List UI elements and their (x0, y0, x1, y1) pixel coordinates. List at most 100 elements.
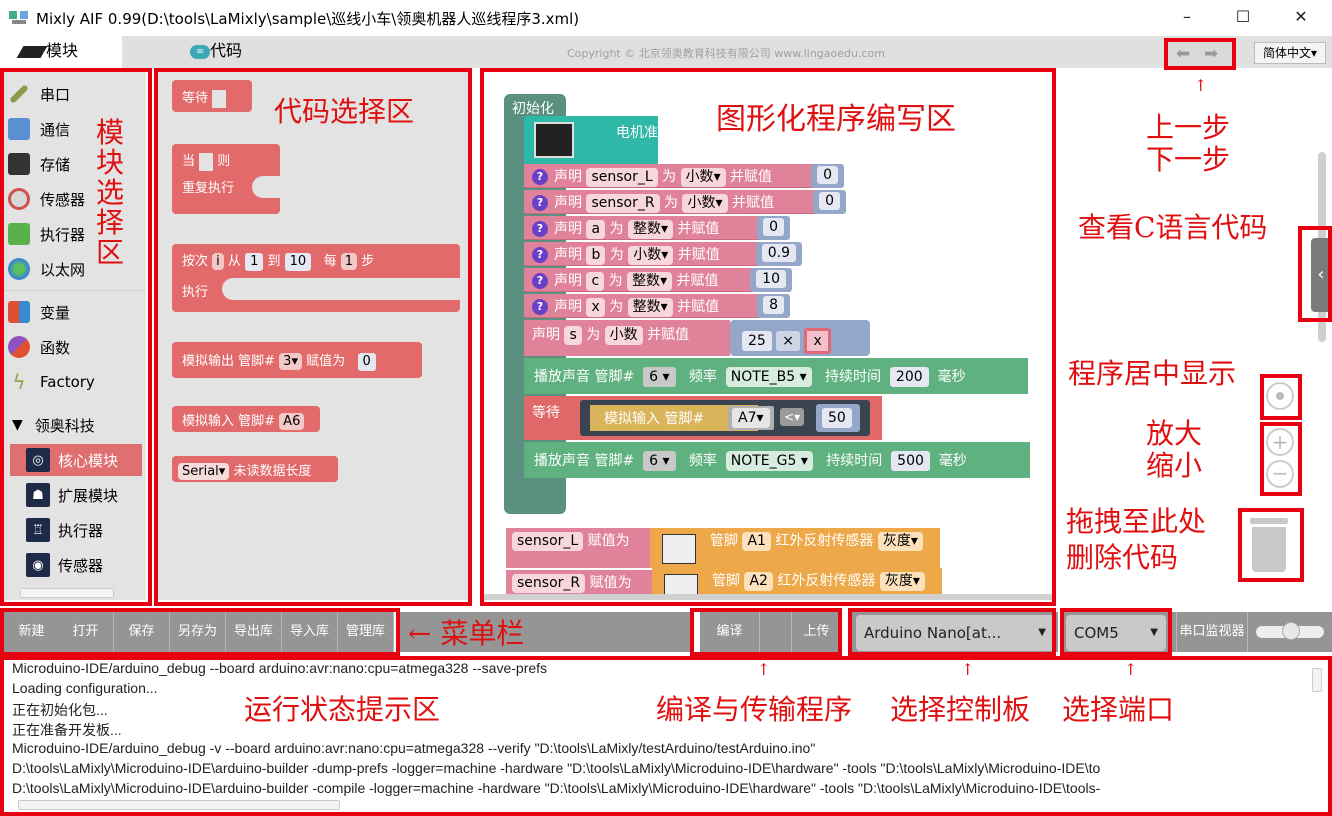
to-value-input[interactable]: 10 (284, 253, 312, 271)
tab-blocks[interactable]: 模块 (0, 36, 122, 68)
console-vertical-scrollbar[interactable] (1312, 668, 1322, 692)
left-operand[interactable]: 25 (742, 331, 772, 351)
trash-can-icon[interactable] (1250, 518, 1288, 572)
undo-icon[interactable]: ⬅ (1176, 44, 1190, 64)
view-code-toggle-button[interactable]: ‹ (1311, 238, 1331, 312)
redo-icon[interactable]: ➡ (1204, 44, 1218, 64)
var-name[interactable]: c (586, 272, 605, 291)
type-dropdown[interactable]: 小数▾ (682, 194, 728, 213)
pin-value[interactable]: A1 (742, 532, 771, 551)
value-input[interactable]: 0.9 (755, 242, 802, 266)
close-button[interactable]: ✕ (1286, 6, 1316, 30)
toolbox-item-ethernet[interactable]: 以太网 (8, 254, 85, 284)
assign-sensor-l-block[interactable]: sensor_L 赋值为 (506, 528, 650, 568)
var-name[interactable]: b (586, 246, 606, 265)
declare-block[interactable]: ? 声明 sensor_L 为 小数▾ 并赋值 0 (524, 164, 844, 188)
type-dropdown[interactable]: 小数▾ (680, 168, 726, 187)
board-select[interactable]: Arduino Nano[at... ▼ (856, 615, 1054, 651)
menu-button[interactable]: 导出库 (226, 612, 282, 652)
compile-button[interactable]: 编译 (700, 612, 760, 652)
menu-button[interactable]: 导入库 (282, 612, 338, 652)
pin-dropdown[interactable]: 6 ▾ (643, 367, 676, 387)
pin-value[interactable]: A2 (744, 572, 773, 591)
note-dropdown[interactable]: NOTE_G5 ▾ (725, 451, 813, 471)
compare-value[interactable]: 50 (816, 404, 860, 432)
value-input[interactable]: 0 (813, 190, 846, 214)
duration-input[interactable]: 500 (891, 451, 930, 471)
port-select[interactable]: COM5 ▼ (1066, 615, 1166, 651)
help-icon[interactable]: ? (532, 247, 548, 263)
tab-code[interactable]: ∞ 代码 (190, 36, 290, 68)
var-name[interactable]: x (586, 298, 605, 317)
toolbox-item-serial[interactable]: 串口 (8, 79, 70, 109)
center-view-button[interactable] (1266, 382, 1294, 410)
duration-input[interactable]: 200 (889, 367, 929, 387)
step-value-input[interactable]: 1 (340, 253, 358, 270)
compare-block[interactable]: 模拟输入 管脚# A7▾ <▾ 50 (580, 400, 870, 436)
serial-available-block[interactable]: Serial▾ 未读数据长度 (172, 456, 338, 482)
workspace-horizontal-scrollbar[interactable] (484, 594, 1052, 600)
tone-block-1[interactable]: 播放声音 管脚# 6 ▾ 频率 NOTE_B5 ▾ 持续时间 200 毫秒 (524, 358, 1028, 394)
menu-button[interactable]: 保存 (114, 612, 170, 652)
console-horizontal-scrollbar[interactable] (18, 800, 340, 810)
analog-write-block[interactable]: 模拟输出 管脚# 3▾ 赋值为 0 (172, 342, 422, 378)
declare-block[interactable]: ? 声明 x 为 整数▾ 并赋值 8 (524, 294, 790, 318)
ir-sensor-block-r[interactable]: 管脚 A2 红外反射传感器 灰度▾ (652, 568, 942, 598)
toolbox-subitem-sensor[interactable]: ◉ 传感器 (10, 549, 142, 581)
var-name[interactable]: a (586, 220, 606, 239)
pin-dropdown[interactable]: 6 ▾ (643, 451, 676, 471)
toolbox-item-communication[interactable]: 通信 (8, 114, 70, 144)
menu-button[interactable]: 新建 (4, 612, 60, 652)
value-input[interactable]: 0 (811, 164, 844, 188)
toolbox-item-factory[interactable]: ϟ Factory (8, 367, 94, 397)
variable-x[interactable]: x (804, 328, 831, 354)
serial-dropdown[interactable]: Serial▾ (178, 463, 230, 480)
wait-until-block[interactable]: 等待 模拟输入 管脚# A7▾ <▾ 50 (524, 396, 882, 440)
block-workspace[interactable]: 初始化 电机准备 声明 s 为 小数 并赋值 25 × x 播放声音 管脚# 6… (484, 72, 1052, 600)
wait-block[interactable]: 等待 (172, 80, 252, 112)
pin-dropdown[interactable]: 3▾ (279, 353, 302, 370)
zoom-out-button[interactable]: − (1266, 460, 1294, 488)
loop-variable[interactable]: i (212, 253, 224, 270)
pin-value[interactable]: A6 (279, 413, 305, 430)
while-block[interactable]: 当 则 重复执行 (172, 144, 282, 214)
type-dropdown[interactable]: 小数 (604, 326, 643, 345)
toolbox-subitem-actuator[interactable]: ♖ 执行器 (10, 514, 142, 546)
maximize-button[interactable]: ☐ (1228, 6, 1258, 30)
operator-dropdown[interactable]: × (776, 331, 801, 351)
toolbox-subitem-expansion[interactable]: ☗ 扩展模块 (10, 479, 142, 511)
var-name[interactable]: sensor_R (586, 194, 660, 213)
pin-dropdown[interactable]: A7▾ (728, 406, 774, 430)
help-icon[interactable]: ? (532, 273, 548, 289)
toolbox-item-actuator[interactable]: 执行器 (8, 219, 85, 249)
toolbox-category-lingao[interactable]: ▼ 领奥科技 (8, 410, 95, 440)
serial-monitor-button[interactable]: 串口监视器 (1176, 612, 1248, 652)
mode-dropdown[interactable]: 灰度▾ (877, 532, 923, 551)
operator-dropdown[interactable]: <▾ (780, 408, 805, 426)
note-dropdown[interactable]: NOTE_B5 ▾ (725, 367, 812, 387)
type-dropdown[interactable]: 整数▾ (627, 272, 673, 291)
declare-block-s[interactable]: 声明 s 为 小数 并赋值 (524, 320, 730, 356)
menu-button[interactable]: 管理库 (338, 612, 394, 652)
language-select[interactable]: 简体中文▾ (1254, 42, 1326, 64)
toolbox-item-functions[interactable]: 函数 (8, 332, 70, 362)
help-icon[interactable]: ? (532, 169, 548, 185)
zoom-in-button[interactable]: + (1266, 428, 1294, 456)
assign-sensor-r-block[interactable]: sensor_R 赋值为 (506, 570, 652, 594)
toolbox-horizontal-scrollbar[interactable] (20, 588, 114, 598)
declare-block[interactable]: ? 声明 sensor_R 为 小数▾ 并赋值 0 (524, 190, 846, 214)
value-input[interactable]: 0 (357, 353, 376, 371)
motor-init-block[interactable]: 电机准备 (524, 116, 672, 164)
upload-button[interactable]: 上传 (792, 612, 842, 652)
help-icon[interactable]: ? (532, 195, 548, 211)
menu-button[interactable]: 打开 (58, 612, 114, 652)
type-dropdown[interactable]: 整数▾ (627, 220, 673, 239)
minimize-button[interactable]: – (1172, 6, 1202, 30)
ir-sensor-block-l[interactable]: 管脚 A1 红外反射传感器 灰度▾ (650, 528, 940, 568)
multiply-block[interactable]: 25 × x (730, 320, 870, 356)
toolbox-item-variables[interactable]: 变量 (8, 297, 70, 327)
toolbox-subitem-core[interactable]: ◎ 核心模块 (10, 444, 142, 476)
type-dropdown[interactable]: 整数▾ (627, 298, 673, 317)
var-name[interactable]: sensor_R (512, 574, 586, 593)
declare-block[interactable]: ? 声明 b 为 小数▾ 并赋值 0.9 (524, 242, 802, 266)
